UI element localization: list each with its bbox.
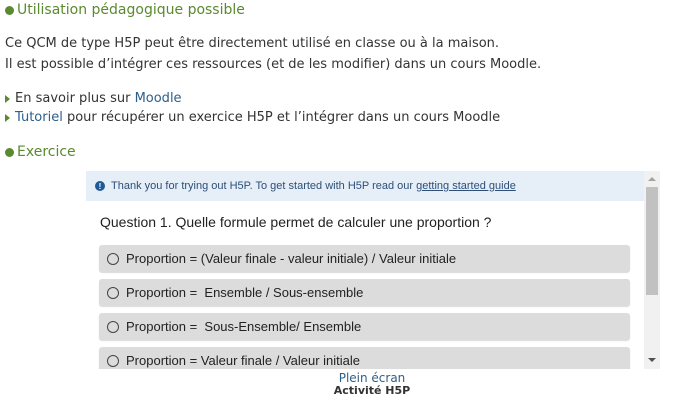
triangle-bullet-icon bbox=[5, 95, 10, 103]
answer-text: Proportion = Valeur finale / Valeur init… bbox=[126, 353, 361, 368]
bullet-dot-icon bbox=[5, 5, 14, 15]
radio-icon[interactable] bbox=[107, 320, 119, 333]
answer-text: Proportion = (Valeur finale - valeur ini… bbox=[126, 251, 457, 266]
list-item-prefix: En savoir plus sur bbox=[15, 91, 135, 106]
answer-option-1[interactable]: Proportion = (Valeur finale - valeur ini… bbox=[99, 245, 630, 272]
scroll-up-arrow-icon[interactable] bbox=[644, 172, 660, 186]
moodle-link[interactable]: Moodle bbox=[135, 90, 182, 108]
exercise-section-heading: Exercice bbox=[5, 142, 76, 162]
scrollbar-thumb[interactable] bbox=[646, 187, 658, 295]
getting-started-link[interactable]: getting started guide bbox=[416, 180, 516, 192]
vertical-scrollbar[interactable] bbox=[644, 171, 660, 369]
question-text: Question 1. Quelle formule permet de cal… bbox=[100, 214, 492, 230]
exercise-heading-text: Exercice bbox=[17, 144, 76, 160]
list-item-suffix: pour récupérer un exercice H5P et l’inté… bbox=[62, 110, 501, 125]
scroll-down-arrow-icon[interactable] bbox=[644, 353, 660, 367]
radio-icon[interactable] bbox=[107, 286, 119, 299]
answer-option-2[interactable]: Proportion = Ensemble / Sous-ensemble bbox=[99, 279, 630, 306]
h5p-info-banner: ! Thank you for trying out H5P. To get s… bbox=[86, 171, 644, 201]
activity-caption: Activité H5P bbox=[333, 384, 411, 397]
banner-text: Thank you for trying out H5P. To get sta… bbox=[111, 180, 417, 192]
radio-icon[interactable] bbox=[107, 354, 119, 367]
fullscreen-link[interactable]: Plein écran bbox=[0, 371, 686, 385]
answer-option-4[interactable]: Proportion = Valeur finale / Valeur init… bbox=[99, 347, 630, 369]
usage-heading-text: Utilisation pédagogique possible bbox=[17, 2, 245, 18]
list-item-tutoriel: Tutoriel pour récupérer un exercice H5P … bbox=[5, 109, 500, 127]
answer-text: Proportion = Ensemble / Sous-ensemble bbox=[126, 285, 364, 300]
list-item-moodle: En savoir plus sur Moodle bbox=[5, 90, 182, 108]
usage-section-heading: Utilisation pédagogique possible bbox=[5, 0, 245, 20]
answer-option-3[interactable]: Proportion = Sous-Ensemble/ Ensemble bbox=[99, 313, 630, 340]
paragraph-line-1: Ce QCM de type H5P peut être directement… bbox=[5, 36, 500, 51]
paragraph-line-2: Il est possible d’intégrer ces ressource… bbox=[5, 57, 542, 72]
tutoriel-link[interactable]: Tutoriel bbox=[15, 109, 63, 127]
radio-icon[interactable] bbox=[107, 252, 119, 265]
bullet-dot-icon bbox=[5, 147, 14, 157]
answer-text: Proportion = Sous-Ensemble/ Ensemble bbox=[126, 319, 362, 334]
info-icon: ! bbox=[95, 181, 105, 191]
triangle-bullet-icon bbox=[5, 114, 10, 122]
h5p-activity-frame: ! Thank you for trying out H5P. To get s… bbox=[86, 171, 660, 369]
